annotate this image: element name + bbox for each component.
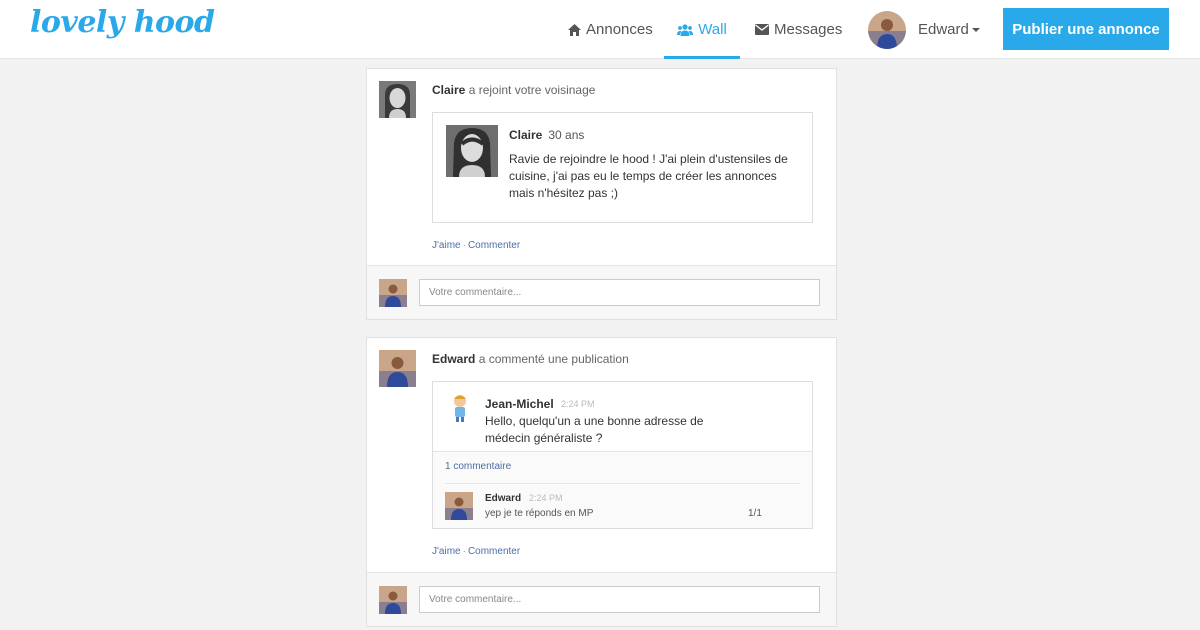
actor-name[interactable]: Claire bbox=[432, 83, 465, 97]
post-author-name[interactable]: Jean-Michel bbox=[485, 397, 554, 411]
post-actions: J'aime · Commenter bbox=[432, 240, 520, 251]
comment-input[interactable] bbox=[419, 279, 820, 306]
users-icon bbox=[677, 23, 694, 36]
divider bbox=[445, 483, 800, 484]
separator: · bbox=[462, 240, 466, 251]
active-tab-indicator bbox=[664, 56, 740, 59]
profile-card: Claire 30 ans Ravie de rejoindre le hood … bbox=[432, 112, 813, 223]
separator: · bbox=[462, 546, 466, 557]
nav-item-messages[interactable]: Messages bbox=[755, 0, 842, 59]
post-actions: J'aime · Commenter bbox=[432, 546, 520, 557]
current-user-avatar bbox=[379, 586, 407, 614]
post-comments: 1 commentaire Edward 2:24 PM yep je te r… bbox=[433, 451, 812, 528]
profile-avatar[interactable] bbox=[446, 125, 498, 177]
comment-text: yep je te réponds en MP bbox=[485, 508, 594, 519]
current-user-avatar bbox=[379, 279, 407, 307]
envelope-icon bbox=[755, 24, 769, 35]
comment-author-name[interactable]: Edward bbox=[485, 493, 521, 504]
user-menu-toggle[interactable]: Edward bbox=[918, 0, 980, 59]
feed-card: Claire a rejoint votre voisinage Claire 3… bbox=[366, 68, 837, 320]
post-time: 2:24 PM bbox=[561, 399, 595, 409]
comment-time: 2:24 PM bbox=[529, 493, 563, 503]
actor-name[interactable]: Edward bbox=[432, 352, 475, 366]
shared-post: Jean-Michel 2:24 PM Hello, quelqu'un a u… bbox=[432, 381, 813, 529]
feed-card-body: Claire a rejoint votre voisinage Claire 3… bbox=[367, 69, 836, 267]
actor-avatar[interactable] bbox=[379, 81, 416, 118]
activity-text: a commenté une publication bbox=[478, 352, 629, 366]
user-avatar[interactable] bbox=[868, 11, 906, 49]
comment-link[interactable]: Commenter bbox=[468, 240, 520, 251]
like-link[interactable]: J'aime bbox=[432, 240, 461, 251]
activity-header: Edward a commenté une publication bbox=[432, 352, 629, 366]
comment-link[interactable]: Commenter bbox=[468, 546, 520, 557]
profile-name[interactable]: Claire bbox=[509, 128, 542, 142]
comment-pagination: 1/1 bbox=[748, 508, 762, 519]
nav-item-label: Wall bbox=[698, 21, 727, 38]
activity-text: a rejoint votre voisinage bbox=[468, 83, 596, 97]
home-icon bbox=[568, 23, 581, 36]
comment-box bbox=[367, 572, 836, 626]
nav-item-annonces[interactable]: Annonces bbox=[568, 0, 653, 59]
comments-count-link[interactable]: 1 commentaire bbox=[445, 461, 511, 472]
comment-input[interactable] bbox=[419, 586, 820, 613]
actor-avatar[interactable] bbox=[379, 350, 416, 387]
like-link[interactable]: J'aime bbox=[432, 546, 461, 557]
user-name: Edward bbox=[918, 21, 969, 38]
comment-author-avatar[interactable] bbox=[445, 492, 473, 520]
nav-item-wall[interactable]: Wall bbox=[664, 0, 740, 59]
post-author-avatar[interactable] bbox=[446, 393, 474, 423]
profile-message: Ravie de rejoindre le hood ! J'ai plein … bbox=[509, 152, 788, 200]
brand-logo[interactable]: lovely hood bbox=[30, 5, 215, 40]
activity-header: Claire a rejoint votre voisinage bbox=[432, 83, 595, 97]
top-navbar: lovely hood Annonces Wall Messages Edwar… bbox=[0, 0, 1200, 59]
profile-name-line: Claire 30 ans bbox=[509, 128, 584, 142]
publish-ad-button[interactable]: Publier une annonce bbox=[1003, 8, 1169, 50]
comment-box bbox=[367, 265, 836, 319]
nav-item-label: Messages bbox=[774, 21, 843, 38]
caret-down-icon bbox=[971, 27, 980, 32]
feed-card: Edward a commenté une publication Jean-M… bbox=[366, 337, 837, 627]
feed-card-body: Edward a commenté une publication Jean-M… bbox=[367, 338, 836, 573]
profile-age: 30 ans bbox=[548, 128, 585, 142]
nav-item-label: Annonces bbox=[586, 21, 653, 38]
post-message: Hello, quelqu'un a une bonne adresse de … bbox=[485, 414, 704, 445]
